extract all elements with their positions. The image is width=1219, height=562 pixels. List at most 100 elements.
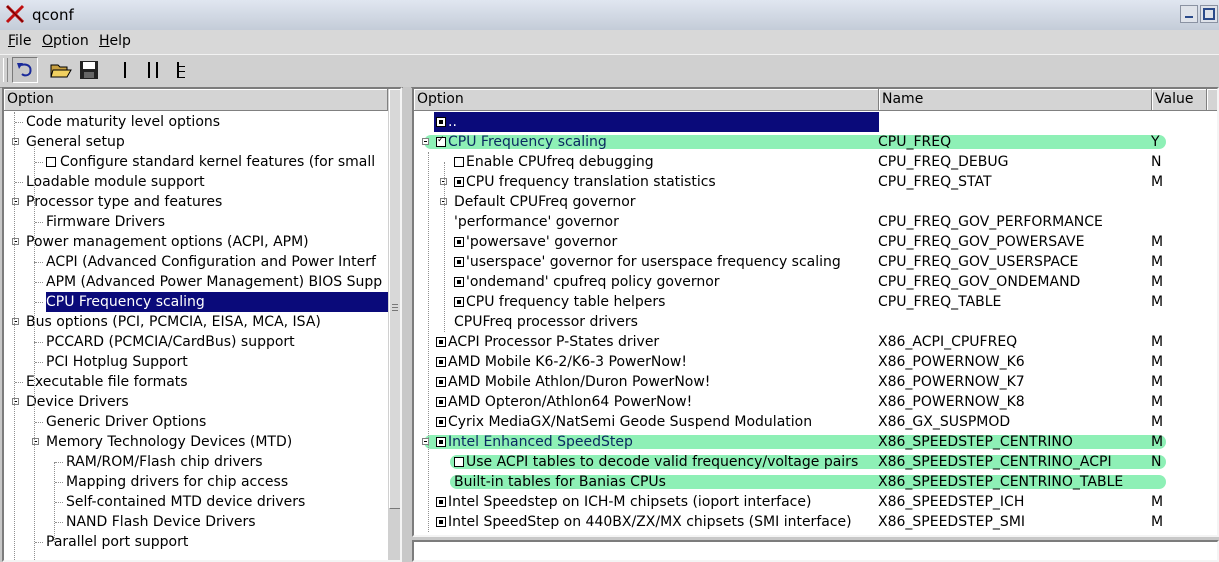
config-list-pane[interactable]: Option Name Value .. CPU Frequency scalin… <box>412 87 1219 537</box>
config-row[interactable]: 'powersave' governor CPU_FREQ_GOV_POWERSA… <box>414 232 1207 252</box>
config-value[interactable]: M <box>1151 172 1163 192</box>
option-checkbox-icon[interactable] <box>454 297 464 307</box>
menu-tree-item[interactable]: NAND Flash Device Drivers <box>4 512 388 532</box>
config-row[interactable]: Enable CPUfreq debugging CPU_FREQ_DEBUG N <box>414 152 1207 172</box>
config-row[interactable]: AMD Opteron/Athlon64 PowerNow! X86_POWERN… <box>414 392 1207 412</box>
config-value[interactable]: N <box>1151 452 1161 472</box>
config-value[interactable]: M <box>1151 232 1163 252</box>
option-checkbox-icon[interactable] <box>454 237 464 247</box>
config-value[interactable]: M <box>1151 432 1163 452</box>
menu-tree-item[interactable]: Executable file formats <box>4 372 388 392</box>
menu-tree-item[interactable]: Processor type and features <box>4 192 388 212</box>
config-row[interactable]: 'performance' governor CPU_FREQ_GOV_PERFO… <box>414 212 1207 232</box>
config-row[interactable]: CPU Frequency scaling CPU_FREQ Y <box>414 132 1207 152</box>
menu-tree-item[interactable]: General setup <box>4 132 388 152</box>
config-row[interactable]: Use ACPI tables to decode valid frequenc… <box>414 452 1207 472</box>
menu-tree-item[interactable]: APM (Advanced Power Management) BIOS Sup… <box>4 272 388 292</box>
config-value[interactable]: M <box>1151 252 1163 272</box>
menu-tree-item[interactable]: Self-contained MTD device drivers <box>4 492 388 512</box>
back-button[interactable] <box>12 57 38 83</box>
menu-tree-item[interactable]: Configure standard kernel features (for … <box>4 152 388 172</box>
menu-file[interactable]: File <box>8 33 31 49</box>
config-row[interactable]: Intel SpeedStep on 440BX/ZX/MX chipsets … <box>414 512 1207 532</box>
menu-tree-pane[interactable]: Option Code maturity level options Genera… <box>2 87 402 562</box>
left-scrollbar[interactable] <box>388 89 400 560</box>
config-row[interactable]: 'userspace' governor for userspace frequ… <box>414 252 1207 272</box>
config-row[interactable]: .. <box>414 112 1207 132</box>
option-checkbox-icon[interactable] <box>436 377 446 387</box>
menu-option[interactable]: Option <box>42 33 89 49</box>
config-row[interactable]: Built-in tables for Banias CPUs X86_SPEED… <box>414 472 1207 492</box>
maximize-button[interactable] <box>1200 5 1218 23</box>
left-scrollbar-thumb[interactable] <box>389 89 400 509</box>
save-button[interactable] <box>76 57 102 83</box>
option-checkbox-icon[interactable] <box>454 177 464 187</box>
config-value[interactable]: M <box>1151 332 1163 352</box>
menu-tree-item[interactable]: CPU Frequency scaling <box>4 292 400 312</box>
option-checkbox-icon[interactable] <box>454 457 464 467</box>
config-row[interactable]: Cyrix MediaGX/NatSemi Geode Suspend Modu… <box>414 412 1207 432</box>
config-value[interactable]: M <box>1151 392 1163 412</box>
config-row[interactable]: AMD Mobile Athlon/Duron PowerNow! X86_POW… <box>414 372 1207 392</box>
menu-help[interactable]: Help <box>99 33 131 49</box>
x-logo-icon[interactable] <box>5 4 25 24</box>
config-value[interactable]: M <box>1151 372 1163 392</box>
option-checkbox-icon[interactable] <box>436 337 446 347</box>
menu-tree-item[interactable]: PCI Hotplug Support <box>4 352 388 372</box>
left-header-option[interactable]: Option <box>4 89 388 111</box>
option-checkbox-icon[interactable] <box>436 497 446 507</box>
config-value[interactable]: M <box>1151 512 1163 532</box>
menu-tree-item[interactable]: Parallel port support <box>4 532 388 552</box>
right-header-option[interactable]: Option <box>414 89 879 111</box>
config-value[interactable]: M <box>1151 352 1163 372</box>
menu-tree-item[interactable]: ACPI (Advanced Configuration and Power I… <box>4 252 388 272</box>
option-checkbox-icon[interactable] <box>454 277 464 287</box>
minimize-button[interactable] <box>1180 5 1198 23</box>
right-header-name[interactable]: Name <box>879 89 1152 111</box>
collapse-toggle-icon[interactable] <box>422 138 429 145</box>
config-value[interactable]: M <box>1151 492 1163 512</box>
option-checkbox-icon[interactable] <box>454 157 464 167</box>
config-row[interactable]: CPU frequency translation statistics CPU_… <box>414 172 1207 192</box>
option-checkbox-icon[interactable] <box>436 517 446 527</box>
open-button[interactable] <box>48 57 74 83</box>
option-checkbox-icon[interactable] <box>436 357 446 367</box>
config-value[interactable]: Y <box>1151 132 1160 152</box>
menu-tree-item[interactable]: Memory Technology Devices (MTD) <box>4 432 388 452</box>
menu-tree-item[interactable]: Code maturity level options <box>4 112 388 132</box>
option-checkbox-icon[interactable] <box>436 437 446 447</box>
right-header-value[interactable]: Value <box>1152 89 1207 111</box>
config-row[interactable]: Intel Enhanced SpeedStep X86_SPEEDSTEP_CE… <box>414 432 1207 452</box>
option-checkbox-icon[interactable] <box>46 157 56 167</box>
config-row[interactable]: 'ondemand' cpufreq policy governor CPU_FR… <box>414 272 1207 292</box>
menu-tree-item[interactable]: Firmware Drivers <box>4 212 388 232</box>
config-row[interactable]: CPUFreq processor drivers <box>414 312 1207 332</box>
pane-splitter[interactable] <box>403 87 411 558</box>
menu-tree-item[interactable]: Bus options (PCI, PCMCIA, EISA, MCA, ISA… <box>4 312 388 332</box>
help-text-pane[interactable] <box>412 540 1219 562</box>
config-row[interactable]: Default CPUFreq governor <box>414 192 1207 212</box>
menu-tree-item[interactable]: Generic Driver Options <box>4 412 388 432</box>
config-value[interactable]: M <box>1151 412 1163 432</box>
config-row[interactable]: CPU frequency table helpers CPU_FREQ_TABL… <box>414 292 1207 312</box>
config-value[interactable]: M <box>1151 292 1163 312</box>
menu-tree-item[interactable]: Device Drivers <box>4 392 388 412</box>
option-checkbox-icon[interactable] <box>454 257 464 267</box>
option-checkbox-icon[interactable] <box>436 397 446 407</box>
config-row[interactable]: ACPI Processor P-States driver X86_ACPI_C… <box>414 332 1207 352</box>
config-row[interactable]: AMD Mobile K6-2/K6-3 PowerNow! X86_POWERN… <box>414 352 1207 372</box>
option-checkbox-icon[interactable] <box>436 417 446 427</box>
menu-tree-item[interactable]: Power management options (ACPI, APM) <box>4 232 388 252</box>
config-row[interactable]: Intel Speedstep on ICH-M chipsets (iopor… <box>414 492 1207 512</box>
option-checkbox-icon[interactable] <box>436 133 446 147</box>
option-checkbox-icon[interactable] <box>436 117 446 127</box>
menu-tree-item[interactable]: Mapping drivers for chip access <box>4 472 388 492</box>
split-view-button[interactable] <box>140 57 166 83</box>
config-value[interactable]: N <box>1151 152 1161 172</box>
full-view-button[interactable] <box>168 57 194 83</box>
config-value[interactable]: M <box>1151 272 1163 292</box>
menu-tree-item[interactable]: Loadable module support <box>4 172 388 192</box>
single-view-button[interactable] <box>112 57 138 83</box>
menu-tree-item[interactable]: RAM/ROM/Flash chip drivers <box>4 452 388 472</box>
menu-tree-item[interactable]: PCCARD (PCMCIA/CardBus) support <box>4 332 388 352</box>
